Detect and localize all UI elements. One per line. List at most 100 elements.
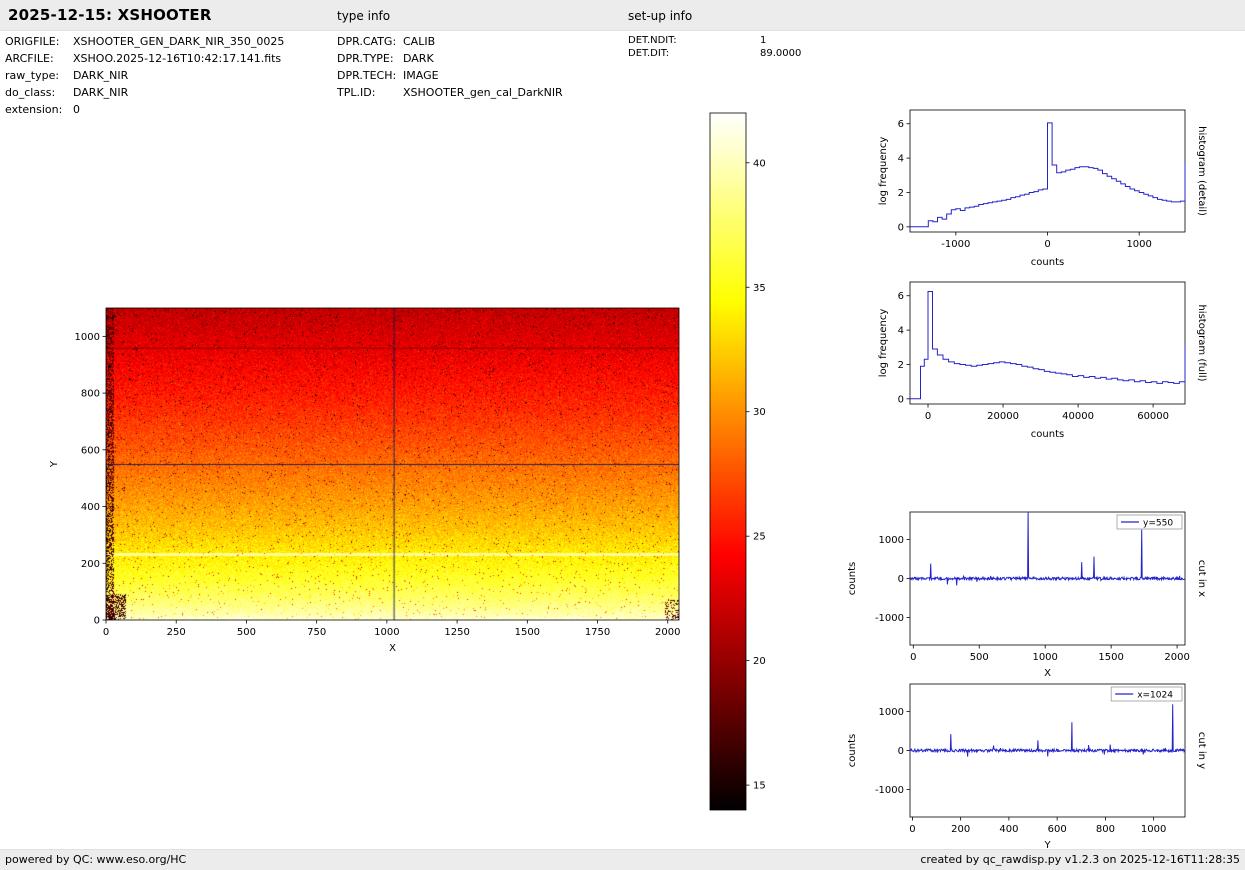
info-value: XSHOOTER_GEN_DARK_NIR_350_0025 [73,33,284,50]
svg-text:1000: 1000 [879,535,904,546]
info-label: DPR.TECH: [337,67,403,84]
setup-info-block: DET.NDIT: 1 DET.DIT: 89.0000 [628,34,801,60]
info-label: DPR.CATG: [337,33,403,50]
svg-text:0: 0 [898,574,904,585]
svg-text:0: 0 [898,394,904,405]
svg-text:35: 35 [753,283,766,294]
svg-text:0: 0 [925,411,931,422]
qc-report-page: 2025-12-15: XSHOOTER type info set-up in… [0,0,1245,870]
svg-text:0: 0 [898,746,904,757]
type-info-block: DPR.CATG: CALIB DPR.TYPE: DARK DPR.TECH:… [337,33,563,101]
svg-text:4: 4 [898,326,904,337]
svg-text:15: 15 [753,781,766,792]
info-row: DPR.TYPE: DARK [337,50,563,67]
info-label: TPL.ID: [337,84,403,101]
footer-powered-by: powered by QC: www.eso.org/HC [5,853,186,866]
svg-text:600: 600 [1048,824,1067,835]
svg-text:histogram (full): histogram (full) [1196,304,1207,381]
colorbar-canvas [710,113,746,810]
info-row: DPR.TECH: IMAGE [337,67,563,84]
info-value: IMAGE [403,67,439,84]
svg-text:1500: 1500 [1098,652,1123,663]
svg-text:1000: 1000 [879,707,904,718]
svg-text:log frequency: log frequency [878,309,889,378]
page-title: 2025-12-15: XSHOOTER [8,6,212,24]
info-row: extension: 0 [5,101,284,118]
svg-text:1750: 1750 [585,627,610,638]
svg-text:20000: 20000 [987,411,1019,422]
svg-text:6: 6 [898,291,904,302]
svg-text:750: 750 [307,627,326,638]
info-row: ORIGFILE: XSHOOTER_GEN_DARK_NIR_350_0025 [5,33,284,50]
svg-text:0: 0 [910,652,916,663]
svg-text:30: 30 [753,407,766,418]
svg-text:800: 800 [1096,824,1115,835]
svg-text:200: 200 [81,559,100,570]
svg-text:cut in y: cut in y [1196,732,1207,769]
info-row: TPL.ID: XSHOOTER_gen_cal_DarkNIR [337,84,563,101]
svg-text:counts: counts [1031,429,1064,440]
svg-text:-1000: -1000 [875,785,904,796]
type-info-heading: type info [337,9,390,23]
info-value: CALIB [403,33,435,50]
svg-text:4: 4 [898,154,904,165]
svg-text:800: 800 [81,389,100,400]
svg-text:1000: 1000 [374,627,399,638]
svg-text:25: 25 [753,532,766,543]
svg-text:1000: 1000 [1032,652,1057,663]
info-label: ORIGFILE: [5,33,73,50]
info-value: DARK [403,50,434,67]
info-label: raw_type: [5,67,73,84]
svg-text:X: X [389,643,396,654]
svg-text:400: 400 [81,502,100,513]
svg-text:x=1024: x=1024 [1137,691,1173,701]
svg-text:cut in x: cut in x [1196,560,1207,597]
info-value: DARK_NIR [73,67,128,84]
svg-text:X: X [1044,668,1051,679]
svg-text:counts: counts [847,734,858,767]
svg-text:6: 6 [898,119,904,130]
info-row: raw_type: DARK_NIR [5,67,284,84]
svg-text:counts: counts [1031,257,1064,268]
info-label: ARCFILE: [5,50,73,67]
info-label: DET.DIT: [628,47,760,60]
info-row: DPR.CATG: CALIB [337,33,563,50]
svg-text:1000: 1000 [1126,239,1151,250]
svg-text:y=550: y=550 [1143,519,1173,529]
svg-text:counts: counts [847,562,858,595]
info-value: 0 [73,101,80,118]
svg-text:0: 0 [1044,239,1050,250]
info-value: XSHOOTER_gen_cal_DarkNIR [403,84,563,101]
svg-text:20: 20 [753,656,766,667]
info-label: extension: [5,101,73,118]
svg-text:200: 200 [951,824,970,835]
svg-text:40: 40 [753,158,766,169]
info-value: DARK_NIR [73,84,128,101]
svg-text:600: 600 [81,445,100,456]
svg-text:2: 2 [898,360,904,371]
svg-text:250: 250 [167,627,186,638]
info-value: 89.0000 [760,47,801,60]
info-label: do_class: [5,84,73,101]
footer-created-by: created by qc_rawdisp.py v1.2.3 on 2025-… [920,853,1240,866]
file-info-block: ORIGFILE: XSHOOTER_GEN_DARK_NIR_350_0025… [5,33,284,118]
svg-text:400: 400 [999,824,1018,835]
svg-text:Y: Y [49,460,60,468]
svg-text:40000: 40000 [1062,411,1094,422]
svg-text:2: 2 [898,188,904,199]
svg-text:histogram (detail): histogram (detail) [1196,126,1207,216]
detector-image-canvas [106,308,679,620]
svg-text:log frequency: log frequency [878,137,889,206]
svg-text:500: 500 [970,652,989,663]
info-value: 1 [760,34,766,47]
info-row: do_class: DARK_NIR [5,84,284,101]
histogram-detail-plot: -1000010000246countslog frequencyhistogr… [878,110,1207,268]
cut-y-plot: 02004006008001000-100001000Ycountscut in… [847,684,1207,851]
info-label: DPR.TYPE: [337,50,403,67]
info-label: DET.NDIT: [628,34,760,47]
info-row: ARCFILE: XSHOO.2025-12-16T10:42:17.141.f… [5,50,284,67]
svg-text:0: 0 [103,627,109,638]
info-row: DET.DIT: 89.0000 [628,47,801,60]
svg-text:500: 500 [237,627,256,638]
svg-text:0: 0 [94,616,100,627]
